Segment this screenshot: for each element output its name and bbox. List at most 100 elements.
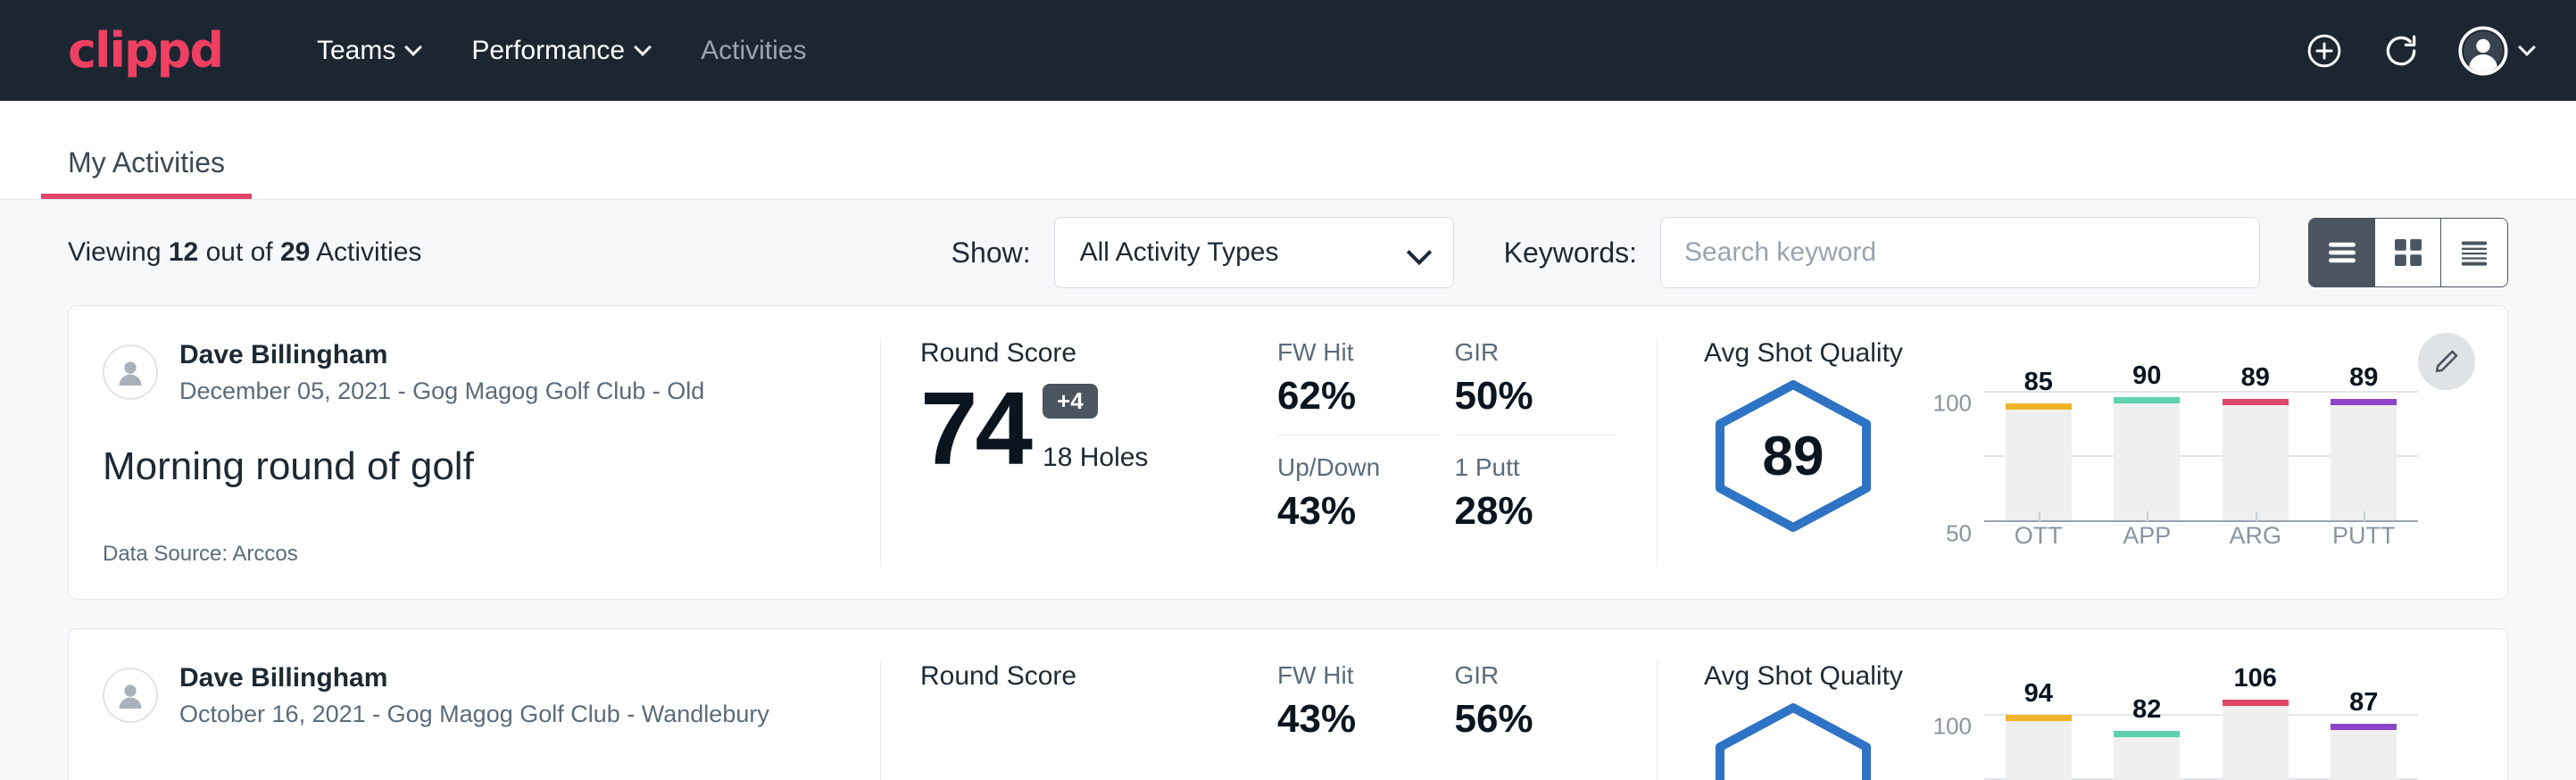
quality-score-value: 89 [1704, 425, 1882, 488]
activity-card[interactable]: Dave Billingham October 16, 2021 - Gog M… [68, 628, 2508, 780]
round-score-label: Round Score [920, 338, 1199, 369]
stat-gir: GIR 50% [1455, 338, 1618, 436]
view-toggle-grid[interactable] [2375, 219, 2441, 286]
stat-value: 43% [1277, 697, 1414, 742]
chevron-down-icon [2521, 41, 2535, 55]
stat-one-putt: 1 Putt 28% [1455, 453, 1618, 534]
nav-item-teams[interactable]: Teams [292, 36, 446, 66]
avatar [103, 344, 158, 400]
chart-bar-column: 89 [2331, 378, 2397, 520]
stat-label: Up/Down [1277, 453, 1414, 482]
chart-bar-value-label: 87 [2349, 688, 2378, 718]
chart-bar-column: 82 [2114, 701, 2180, 780]
chart-x-tick-mark [2147, 511, 2148, 522]
chart-bar-value-label: 82 [2132, 695, 2161, 725]
chart-bar-column: 106 [2223, 701, 2289, 780]
person-name: Dave Billingham [179, 338, 704, 372]
nav-item-activities[interactable]: Activities [676, 36, 831, 66]
holes-played: 18 Holes [1043, 443, 1148, 473]
view-toggle-compact[interactable] [2441, 219, 2507, 286]
search-placeholder: Search keyword [1684, 237, 1876, 268]
activity-summary: Dave Billingham October 16, 2021 - Gog M… [69, 661, 881, 780]
round-stats-grid: FW Hit 43% GIR 56% [1277, 661, 1617, 742]
chart-bar [2006, 410, 2072, 520]
avg-shot-quality-section: Avg Shot Quality 89 05010085908989OTTAPP… [1658, 338, 2507, 567]
chevron-down-icon [407, 41, 421, 55]
keywords-label: Keywords: [1504, 236, 1637, 270]
tab-my-activities[interactable]: My Activities [41, 146, 252, 199]
quality-hexagon [1704, 701, 1882, 780]
stat-label: 1 Putt [1455, 453, 1591, 482]
chart-y-tick-label: 100 [1933, 390, 1972, 418]
plus-circle-icon[interactable] [2305, 31, 2344, 71]
round-score-section: Round Score [881, 661, 1238, 780]
chart-bar [2114, 403, 2180, 520]
chart-bar [2331, 405, 2397, 520]
clippd-logo[interactable]: clippd [68, 27, 222, 75]
pencil-icon [2432, 347, 2461, 376]
round-score-label: Round Score [920, 661, 1199, 692]
round-score-value: 74 [920, 381, 1030, 477]
viewing-mid: out of [198, 237, 280, 267]
top-nav-actions [2305, 0, 2535, 101]
chart-bar-value-label: 85 [2024, 368, 2053, 397]
activity-meta: December 05, 2021 - Gog Magog Golf Club … [179, 376, 704, 407]
avg-shot-quality-section: Avg Shot Quality 050100948210687OTTAPPAR… [1658, 661, 2507, 780]
filter-controls: Show: All Activity Types Keywords: Searc… [951, 217, 2508, 288]
chevron-down-icon [1410, 244, 1428, 261]
filter-toolbar: Viewing 12 out of 29 Activities Show: Al… [68, 200, 2508, 305]
stat-label: FW Hit [1277, 338, 1414, 367]
list-view-icon [2325, 239, 2359, 266]
chart-bar-column: 94 [2006, 701, 2072, 780]
stat-value: 28% [1455, 489, 1591, 534]
chart-bars: 94 82 106 87 [1984, 701, 2418, 780]
stat-fw-hit: FW Hit 43% [1277, 661, 1441, 742]
view-toggle-list[interactable] [2309, 219, 2375, 286]
stat-up-down: Up/Down 43% [1277, 453, 1441, 534]
edit-activity-button[interactable] [2418, 333, 2475, 390]
stat-label: FW Hit [1277, 661, 1414, 690]
chart-bar-column: 85 [2006, 378, 2072, 520]
activity-summary: Dave Billingham December 05, 2021 - Gog … [69, 338, 881, 567]
chart-bar-value-label: 94 [2024, 679, 2053, 709]
chart-bar-value-label: 89 [2349, 363, 2378, 393]
hexagon-icon [1704, 701, 1882, 780]
stat-label: GIR [1455, 661, 1591, 690]
shot-quality-bar-chart: 05010085908989OTTAPPARGPUTT [1918, 378, 2418, 556]
data-source: Data Source: Arccos [103, 542, 841, 567]
tab-my-activities-label: My Activities [68, 146, 225, 178]
chart-bar-column: 89 [2223, 378, 2289, 520]
chart-x-tick-label: PUTT [2331, 522, 2397, 556]
chart-x-axis: OTTAPPARGPUTT [1984, 522, 2418, 556]
viewing-prefix: Viewing [68, 237, 169, 267]
stat-fw-hit: FW Hit 62% [1277, 338, 1441, 436]
chart-x-tick-label: APP [2114, 522, 2180, 556]
round-stats-grid: FW Hit 62% GIR 50% Up/Down 43% 1 Putt 28… [1277, 338, 1617, 534]
chevron-down-icon [636, 41, 651, 55]
viewing-total: 29 [280, 237, 310, 267]
activity-meta: October 16, 2021 - Gog Magog Golf Club -… [179, 699, 769, 730]
person-name: Dave Billingham [179, 661, 769, 695]
chart-bar-column: 87 [2331, 701, 2397, 780]
search-input[interactable]: Search keyword [1660, 217, 2260, 288]
refresh-icon[interactable] [2381, 31, 2421, 71]
activity-title: Morning round of golf [103, 444, 841, 489]
activity-type-select[interactable]: All Activity Types [1054, 217, 1454, 288]
activity-card[interactable]: Dave Billingham December 05, 2021 - Gog … [68, 305, 2508, 600]
chart-x-tick-label: ARG [2223, 522, 2289, 556]
chart-bar-value-label: 89 [2241, 363, 2270, 393]
stat-value: 62% [1277, 374, 1414, 419]
chart-y-tick-label: 100 [1933, 713, 1972, 741]
nav-item-activities-label: Activities [701, 36, 806, 66]
chart-x-tick-mark [2256, 511, 2257, 522]
person-row: Dave Billingham December 05, 2021 - Gog … [103, 338, 841, 407]
score-delta-badge: +4 [1043, 384, 1098, 419]
nav-item-performance[interactable]: Performance [446, 36, 676, 66]
primary-nav-links: Teams Performance Activities [292, 36, 831, 66]
chart-bar [2331, 730, 2397, 780]
view-mode-toggle-group [2308, 218, 2508, 287]
chart-y-tick-label: 50 [1946, 519, 1972, 547]
chart-bar [2223, 706, 2289, 780]
viewing-count: 12 [169, 237, 198, 267]
user-menu[interactable] [2458, 26, 2535, 76]
